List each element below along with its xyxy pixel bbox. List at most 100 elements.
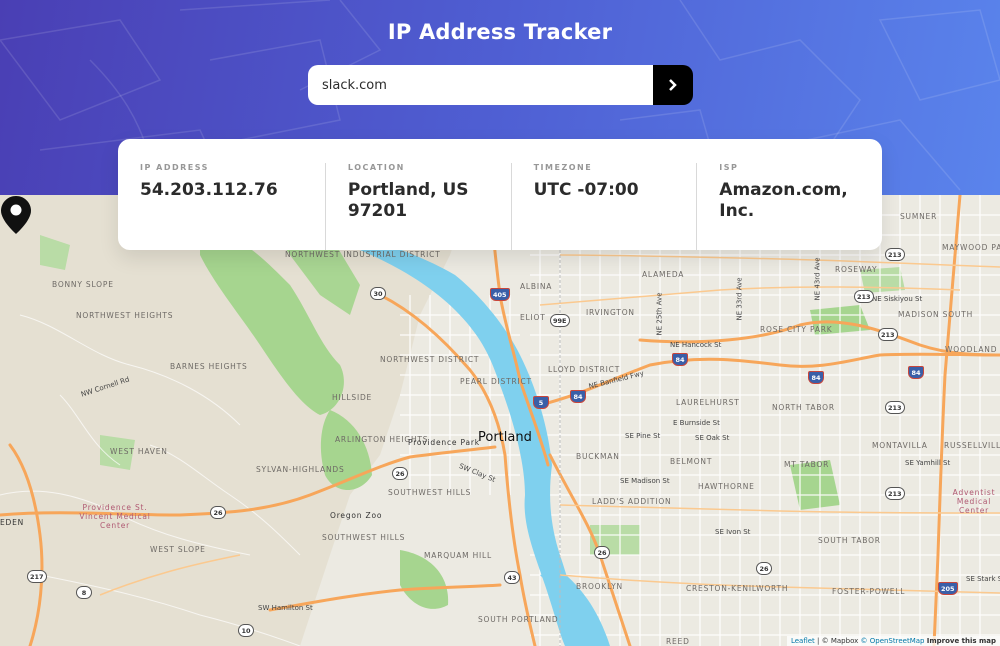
- label-hillside: HILLSIDE: [332, 393, 373, 402]
- highway-shield: 26: [756, 562, 772, 575]
- label-montavilla: MONTAVILLA: [872, 441, 928, 450]
- isp-value: Amazon.com, Inc.: [719, 180, 848, 221]
- label-west-haven: WEST HAVEN: [110, 447, 168, 456]
- label-barnes-heights: BARNES HEIGHTS: [170, 362, 248, 371]
- label-northwest-district: NORTHWEST DISTRICT: [380, 355, 480, 364]
- road-se-pine: SE Pine St: [625, 432, 661, 440]
- page-title: IP Address Tracker: [387, 20, 613, 44]
- road-se-oak: SE Oak St: [695, 434, 730, 442]
- label-providence-medical: Providence St. Vincent Medical Center: [79, 503, 151, 530]
- timezone-label: TIMEZONE: [533, 163, 593, 172]
- highway-shield: 26: [392, 467, 408, 480]
- label-mt-tabor: MT TABOR: [784, 460, 830, 469]
- label-irvington: IRVINGTON: [586, 308, 635, 317]
- highway-shield: 84: [808, 371, 824, 384]
- road-ne-33rd: NE 33rd Ave: [735, 277, 744, 321]
- label-north-tabor: NORTH TABOR: [772, 403, 835, 412]
- label-foster-powell: FOSTER-POWELL: [832, 587, 906, 596]
- highway-shield: 10: [238, 624, 254, 637]
- location-value: Portland, US 97201: [347, 180, 469, 221]
- highway-shield: 99E: [550, 314, 570, 327]
- label-brooklyn: BROOKLYN: [576, 582, 623, 591]
- road-se-ivon: SE Ivon St: [715, 528, 751, 536]
- road-se-yamhill: SE Yamhill St: [905, 459, 951, 467]
- road-ne-siskiyou: NE Siskiyou St: [872, 295, 923, 303]
- highway-shield: 26: [210, 506, 226, 519]
- info-card: IP ADDRESS 54.203.112.76 LOCATION Portla…: [118, 139, 882, 250]
- highway-shield: 26: [594, 546, 610, 559]
- label-laurelhurst: LAURELHURST: [676, 398, 740, 407]
- highway-shield: 84: [908, 366, 924, 379]
- map-base: [0, 195, 1000, 646]
- highway-shield: 217: [27, 570, 47, 583]
- city-label: Portland: [478, 430, 532, 445]
- road-ne-hancock: NE Hancock St: [670, 341, 722, 349]
- highway-shield: 213: [854, 290, 874, 303]
- label-bonny-slope: BONNY SLOPE: [52, 280, 114, 289]
- osm-link[interactable]: © OpenStreetMap: [861, 637, 925, 645]
- highway-205: [932, 195, 962, 646]
- chevron-right-icon: [669, 79, 677, 91]
- label-russellville: RUSSELLVILLE: [944, 441, 1000, 450]
- label-belmont: BELMONT: [670, 457, 713, 466]
- highway-shield: 213: [885, 487, 905, 500]
- label-ladds-addition: LADD'S ADDITION: [592, 497, 672, 506]
- ip-address-value: 54.203.112.76: [140, 180, 278, 200]
- highway-shield: 213: [878, 328, 898, 341]
- label-south-tabor: SOUTH TABOR: [818, 536, 881, 545]
- label-oregon-zoo: Oregon Zoo: [330, 511, 383, 520]
- timezone-section: TIMEZONE UTC -07:00: [510, 163, 697, 250]
- label-eliot: ELIOT: [520, 313, 546, 322]
- highway-shield: 213: [885, 401, 905, 414]
- label-creston-kenilworth: CRESTON-KENILWORTH: [686, 584, 789, 593]
- map[interactable]: NORTHWEST INDUSTRIAL DISTRICT BONNY SLOP…: [0, 195, 1000, 646]
- label-providence-park: Providence Park: [408, 438, 480, 447]
- label-south-portland: SOUTH PORTLAND: [478, 615, 559, 624]
- search-input[interactable]: [308, 65, 653, 105]
- isp-label: ISP: [719, 163, 739, 172]
- label-buckman: BUCKMAN: [576, 452, 620, 461]
- label-lloyd-district: LLOYD DISTRICT: [548, 365, 621, 374]
- label-west-slope: WEST SLOPE: [150, 545, 206, 554]
- search-button[interactable]: [653, 65, 693, 105]
- leaflet-link[interactable]: Leaflet: [791, 637, 815, 645]
- highway-shield: 213: [885, 248, 905, 261]
- label-sylvan-highlands: SYLVAN-HIGHLANDS: [256, 465, 345, 474]
- label-southwest-hills: SOUTHWEST HILLS: [388, 488, 472, 497]
- label-hawthorne: HAWTHORNE: [698, 482, 755, 491]
- road-se-madison: SE Madison St: [620, 477, 670, 485]
- road-se-stark: SE Stark St: [966, 575, 1000, 583]
- label-roseway: ROSEWAY: [835, 265, 878, 274]
- label-rose-city-park: ROSE CITY PARK: [760, 325, 833, 334]
- improve-map-link[interactable]: Improve this map: [927, 637, 996, 645]
- road-ne-25th: NE 25th Ave: [655, 292, 664, 336]
- location-section: LOCATION Portland, US 97201: [324, 163, 511, 250]
- label-eden: EDEN: [0, 518, 25, 527]
- label-northwest-heights: NORTHWEST HEIGHTS: [76, 311, 174, 320]
- label-adventist-medical: Adventist Medical Center: [952, 488, 996, 515]
- highway-shield: 43: [504, 571, 520, 584]
- ip-address-section: IP ADDRESS 54.203.112.76: [140, 163, 325, 250]
- label-southwest-hills-2: SOUTHWEST HILLS: [322, 533, 406, 542]
- label-nw-industrial: NORTHWEST INDUSTRIAL DISTRICT: [285, 250, 441, 259]
- label-pearl-district: PEARL DISTRICT: [460, 377, 532, 386]
- timezone-value: UTC -07:00: [533, 180, 639, 200]
- road-e-burnside: E Burnside St: [673, 419, 720, 427]
- location-label: LOCATION: [347, 163, 405, 172]
- mapbox-credit[interactable]: © Mapbox: [822, 637, 859, 645]
- label-maywood-park: MAYWOOD PARK: [942, 243, 1000, 252]
- label-madison-south: MADISON SOUTH: [898, 310, 974, 319]
- map-attribution: Leaflet | © Mapbox © OpenStreetMap Impro…: [786, 636, 1000, 646]
- highway-shield: 405: [490, 288, 510, 301]
- highway-shield: 205: [938, 582, 958, 595]
- search-bar: [308, 65, 693, 105]
- highway-shield: 84: [570, 390, 586, 403]
- label-reed: REED: [666, 637, 690, 646]
- highway-shield: 8: [76, 586, 92, 599]
- highway-shield: 84: [672, 353, 688, 366]
- location-pin-icon[interactable]: [0, 195, 32, 235]
- label-woodland-park: WOODLAND PARK: [945, 345, 1000, 354]
- page: NORTHWEST INDUSTRIAL DISTRICT BONNY SLOP…: [0, 0, 1000, 646]
- isp-section: ISP Amazon.com, Inc.: [696, 163, 882, 250]
- label-marquam-hill: MARQUAM HILL: [424, 551, 492, 560]
